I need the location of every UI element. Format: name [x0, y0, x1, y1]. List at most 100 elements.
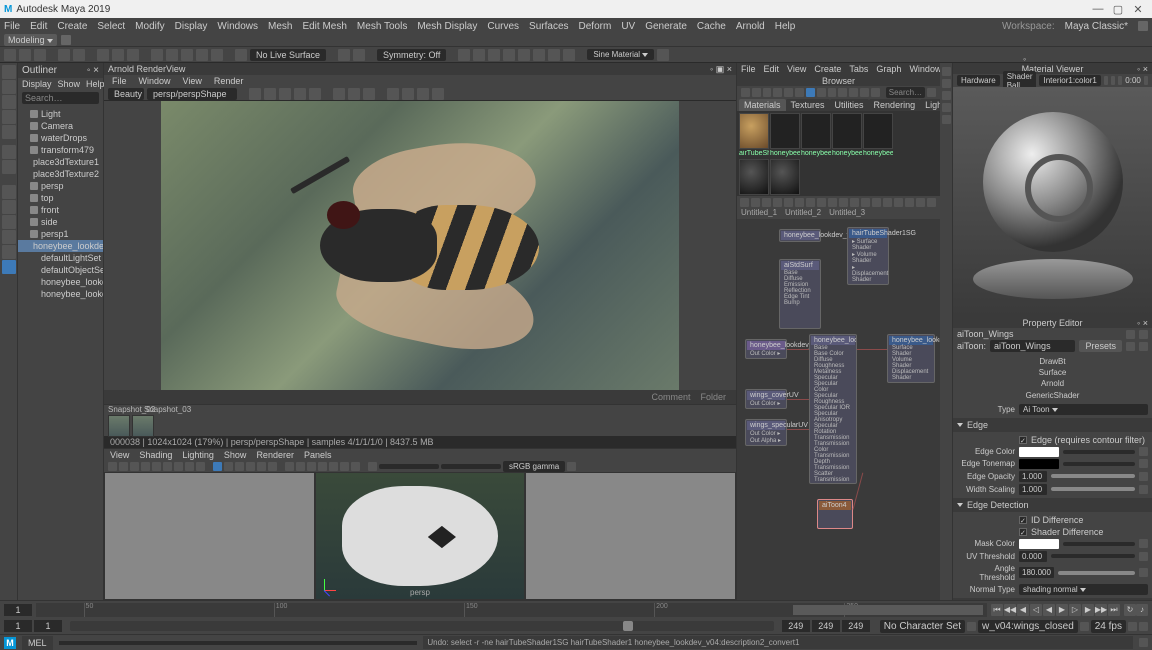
gt-7[interactable]	[806, 198, 815, 207]
vp-tool-16[interactable]	[285, 462, 294, 471]
outliner-item[interactable]: defaultLightSet	[18, 252, 103, 264]
vp-tool-21[interactable]	[340, 462, 349, 471]
tab-textures[interactable]: Textures	[786, 99, 830, 111]
play-back-icon[interactable]: ◀	[1043, 604, 1055, 616]
normal-select[interactable]: shading normal	[1019, 584, 1148, 595]
scale-tool[interactable]	[2, 125, 16, 139]
vp-menu-renderer[interactable]: Renderer	[256, 450, 294, 460]
group-icon-7[interactable]	[548, 49, 560, 61]
render-camera[interactable]: persp/perspShape	[147, 88, 237, 100]
rv-icon-4[interactable]	[294, 88, 306, 100]
rv-icon-3[interactable]	[279, 88, 291, 100]
viewport-persp[interactable]: persp	[315, 472, 526, 600]
misc-select[interactable]: Sine Material	[587, 49, 654, 60]
menu-windows[interactable]: Windows	[217, 21, 258, 32]
map-icon-6[interactable]	[1139, 552, 1148, 561]
hs-menu-file[interactable]: File	[741, 64, 756, 74]
outliner-search[interactable]: Search…	[22, 92, 99, 104]
strip-icon-2[interactable]	[942, 79, 951, 88]
rv-icon-11[interactable]	[417, 88, 429, 100]
node-c[interactable]: honeybee_lookdev_v04 Out Color ▸	[745, 339, 787, 359]
rv-icon-1[interactable]	[249, 88, 261, 100]
presets-button[interactable]: Presets	[1079, 340, 1122, 352]
rv-icon-9[interactable]	[387, 88, 399, 100]
edge-req-check[interactable]	[1019, 436, 1027, 444]
prop-hide-icon[interactable]	[1139, 342, 1148, 351]
rv-icon-2[interactable]	[264, 88, 276, 100]
strip-icon-5[interactable]	[942, 115, 951, 124]
outliner-item[interactable]: place3dTexture2	[18, 168, 103, 180]
type-select[interactable]: Ai Toon	[1019, 404, 1148, 415]
vp-exposure-slider[interactable]	[379, 464, 439, 469]
section-edge[interactable]: Edge	[953, 418, 1152, 432]
prop-show-icon[interactable]	[1126, 342, 1135, 351]
viewport-right[interactable]	[525, 472, 736, 600]
render-folder-label[interactable]: Folder	[700, 392, 726, 402]
hypershade-search[interactable]: Search…	[886, 87, 925, 98]
uv-slider[interactable]	[1051, 554, 1135, 558]
gt-2[interactable]	[751, 198, 760, 207]
rv-icon-8[interactable]	[363, 88, 375, 100]
lock-icon[interactable]	[1138, 21, 1148, 31]
audio-icon[interactable]: ♪	[1136, 604, 1148, 616]
swatch-2[interactable]	[770, 113, 800, 149]
render-menu-file[interactable]: File	[112, 76, 127, 86]
node-d[interactable]: wings_coverUV Out Color ▸	[745, 389, 787, 409]
mat-gear-icon[interactable]	[1144, 76, 1148, 85]
vp-tool-18[interactable]	[307, 462, 316, 471]
node-d2[interactable]: wings_specularUV Out Color ▸ Out Alpha ▸	[745, 419, 787, 446]
angle-val[interactable]: 180.000	[1019, 567, 1054, 578]
rewind-icon[interactable]: ⏮	[991, 604, 1003, 616]
graph-tab-2[interactable]: Untitled_2	[785, 208, 821, 219]
menu-help[interactable]: Help	[775, 21, 796, 32]
vp-tool-5[interactable]	[152, 462, 161, 471]
outliner-display[interactable]: Display	[22, 79, 52, 89]
render-preset[interactable]: Beauty	[108, 88, 144, 100]
next-frame-icon[interactable]: ▶	[1082, 604, 1094, 616]
angle-slider[interactable]	[1058, 571, 1135, 575]
map-icon-5[interactable]	[1139, 539, 1148, 548]
script-editor-icon[interactable]	[1139, 638, 1148, 647]
swatch-6[interactable]	[739, 159, 769, 195]
hs-tool-10[interactable]	[838, 88, 847, 97]
vp-menu-view[interactable]: View	[110, 450, 129, 460]
group-icon[interactable]	[458, 49, 470, 61]
close-button[interactable]: ✕	[1128, 3, 1148, 16]
menu-mesh-tools[interactable]: Mesh Tools	[357, 21, 407, 32]
range-start-2[interactable]: 1	[34, 620, 62, 632]
swatch-3[interactable]	[801, 113, 831, 149]
hs-tool-12[interactable]	[860, 88, 869, 97]
outliner-item[interactable]: persp1	[18, 228, 103, 240]
group-icon-2[interactable]	[473, 49, 485, 61]
node-e[interactable]: honeybee_lookdev_v04:Bee_Wings Base Base…	[809, 334, 857, 484]
mel-label[interactable]: MEL	[22, 636, 53, 650]
mat-interior-select[interactable]: Interior1:color1	[1039, 75, 1100, 86]
outliner-help[interactable]: Help	[86, 79, 105, 89]
vp-tool-22[interactable]	[351, 462, 360, 471]
mask-swatch[interactable]	[1019, 539, 1059, 549]
gt-14[interactable]	[883, 198, 892, 207]
gt-8[interactable]	[817, 198, 826, 207]
time-slider[interactable]: 1 50 100 150 200 250 ⏮ ◀◀ ◀ ◁ ◀ ▶ ▷ ▶ ▶▶…	[0, 600, 1152, 618]
menu-create[interactable]: Create	[57, 21, 87, 32]
snap-point-icon[interactable]	[181, 49, 193, 61]
uv-val[interactable]: 0.000	[1019, 551, 1047, 562]
vp-tool-3[interactable]	[130, 462, 139, 471]
rv-icon-12[interactable]	[432, 88, 444, 100]
outliner-item[interactable]: honeybee_lookdev_v04g	[18, 240, 103, 252]
tab-rendering[interactable]: Rendering	[869, 99, 921, 111]
group-icon-4[interactable]	[503, 49, 515, 61]
gt-13[interactable]	[872, 198, 881, 207]
outliner-item[interactable]: top	[18, 192, 103, 204]
edge-opacity-val[interactable]: 1.000	[1019, 471, 1047, 482]
edge-color-swatch[interactable]	[1019, 447, 1059, 457]
snap-grid-icon[interactable]	[151, 49, 163, 61]
menu-curves[interactable]: Curves	[487, 21, 519, 32]
vp-tool-20[interactable]	[329, 462, 338, 471]
anim-layer-select[interactable]: w_v04:wings_closed	[978, 620, 1078, 633]
maximize-button[interactable]: ▢	[1108, 3, 1128, 16]
vp-tool-8[interactable]	[185, 462, 194, 471]
layout-single[interactable]	[2, 185, 16, 199]
map-icon-4[interactable]	[1139, 485, 1148, 494]
gt-11[interactable]	[850, 198, 859, 207]
